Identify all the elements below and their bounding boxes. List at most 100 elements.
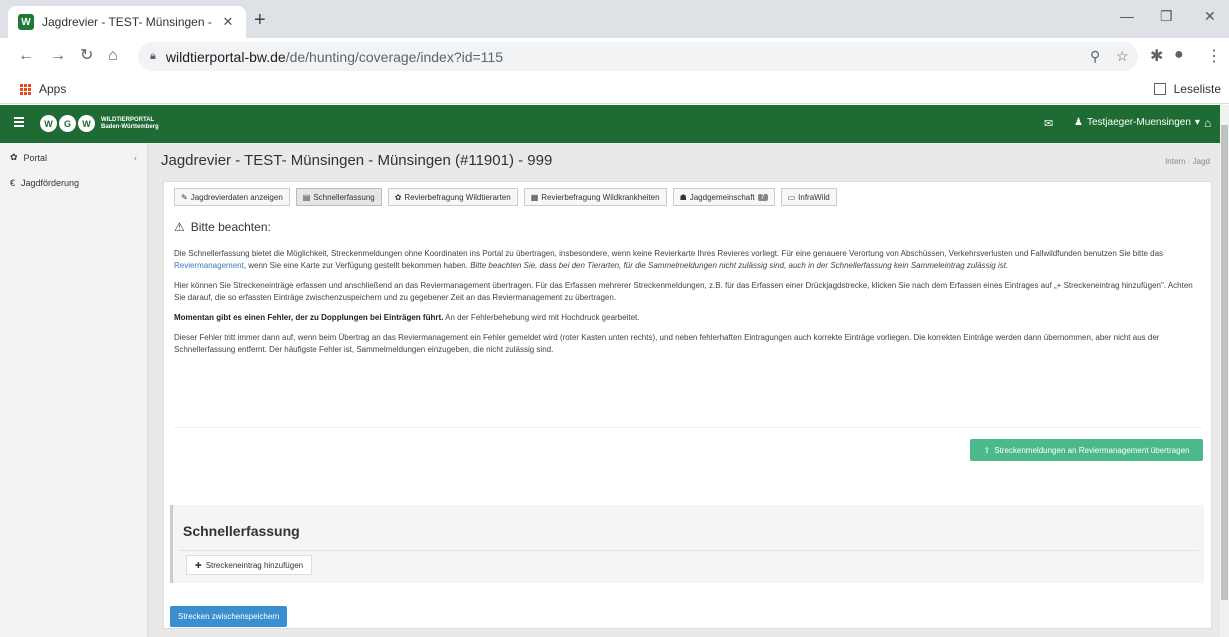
- plus-icon: ✚: [195, 560, 202, 570]
- infra-icon: ▭: [787, 192, 796, 202]
- close-tab-icon[interactable]: ✕: [220, 14, 236, 30]
- url-path: /de/hunting/coverage/index?id=115: [285, 48, 504, 65]
- button-label: Streckeneintrag hinzufügen: [205, 560, 304, 570]
- tab-schnellerfassung[interactable]: ▤ Schnellerfassung: [295, 188, 382, 206]
- close-window-icon[interactable]: ✕: [1204, 8, 1216, 25]
- group-icon: ☗: [679, 192, 687, 202]
- chart-icon: ▤: [302, 192, 311, 202]
- tab-bar: ✎ Jagdrevierdaten anzeigen ▤ Schnellerfa…: [174, 188, 837, 206]
- app-topbar: W G W WILDTIERPORTAL Baden-Württemberg ✉…: [0, 105, 1229, 143]
- user-name: Testjaeger-Muensingen: [1086, 117, 1191, 128]
- reviermanagement-link[interactable]: Reviermanagement: [174, 261, 244, 270]
- reading-list[interactable]: Leseliste: [1153, 82, 1221, 96]
- notice-paragraph-2: Hier können Sie Streckeneinträge erfasse…: [174, 281, 1193, 302]
- maximize-icon[interactable]: ❐: [1160, 8, 1173, 25]
- pencil-icon: ✎: [181, 192, 188, 202]
- upload-icon: ⇪: [983, 445, 991, 455]
- forward-icon[interactable]: →: [50, 47, 66, 65]
- notice-heading: ⚠ Bitte beachten:: [174, 220, 271, 234]
- address-bar-row: ← → ↻ ⌂ 🔒︎ wildtierportal-bw.de/de/hunti…: [0, 38, 1229, 74]
- bookmarks-bar: Apps Leseliste: [0, 74, 1229, 104]
- reading-list-label: Leseliste: [1173, 82, 1221, 96]
- caret-down-icon: ▾: [1194, 117, 1200, 128]
- scrollbar[interactable]: [1220, 105, 1229, 637]
- url-domain: wildtierportal-bw.de: [165, 48, 286, 65]
- favicon-icon: W: [18, 14, 34, 30]
- transfer-to-reviermanagement-button[interactable]: ⇪ Streckenmeldungen an Reviermanagement …: [970, 439, 1203, 461]
- menu-icon[interactable]: ⋮: [1206, 46, 1222, 66]
- chevron-left-icon: ‹: [134, 152, 137, 163]
- notice-paragraph-3: Momentan gibt es einen Fehler, der zu Do…: [174, 312, 1204, 324]
- medical-icon: ▦: [530, 192, 539, 202]
- save-entries-button[interactable]: Strecken zwischenspeichern: [170, 606, 288, 627]
- apps-grid-icon: [20, 83, 31, 95]
- tab-label: Jagdgemeinschaft: [689, 192, 755, 202]
- sidebar-item-label: Jagdförderung: [21, 178, 80, 188]
- tab-label: Revierbefragung Wildtierarten: [404, 192, 511, 202]
- page-title: Jagdrevier - TEST- Münsingen - Münsingen…: [161, 152, 553, 169]
- count-badge: 7: [757, 193, 768, 201]
- tab-label: Revierbefragung Wildkrankheiten: [541, 192, 660, 202]
- zoom-icon[interactable]: ⚲: [1090, 48, 1100, 65]
- mail-icon[interactable]: ✉: [1044, 117, 1053, 130]
- home-icon[interactable]: ⌂: [108, 47, 118, 65]
- notice-title: Bitte beachten:: [190, 220, 271, 234]
- new-tab-button[interactable]: +: [254, 10, 266, 30]
- button-label: Streckenmeldungen an Reviermanagement üb…: [994, 445, 1190, 455]
- user-icon: ♟: [1074, 117, 1083, 128]
- notice-text: Die Schnellerfassung bietet die Möglichk…: [174, 249, 1164, 258]
- tab-revierbefragung-wildtierarten[interactable]: ✿ Revierbefragung Wildtierarten: [387, 188, 518, 206]
- home-icon[interactable]: ⌂: [1204, 116, 1211, 130]
- logo-text-line1: WILDTIERPORTAL: [101, 116, 155, 123]
- schnellerfassung-panel: Schnellerfassung ✚ Streckeneintrag hinzu…: [170, 505, 1204, 583]
- sidebar-item-portal[interactable]: ✿ Portal ‹: [10, 152, 146, 163]
- tab-infrawild[interactable]: ▭ InfraWild: [780, 188, 837, 206]
- notice-paragraph-1: Die Schnellerfassung bietet die Möglichk…: [174, 248, 1204, 272]
- tab-jagdgemeinschaft[interactable]: ☗ Jagdgemeinschaft 7: [672, 188, 775, 206]
- warning-icon: ⚠: [174, 220, 185, 234]
- add-entry-button[interactable]: ✚ Streckeneintrag hinzufügen: [186, 555, 313, 575]
- tab-jagdrevierdaten[interactable]: ✎ Jagdrevierdaten anzeigen: [174, 188, 290, 206]
- logo-text: WILDTIERPORTAL Baden-Württemberg: [101, 117, 159, 131]
- notice-text: , wenn Sie eine Karte zur Verfügung gest…: [243, 261, 471, 270]
- notice-italic: Bitte beachten Sie, dass bei den Tierart…: [470, 261, 1009, 270]
- scrollbar-thumb[interactable]: [1221, 125, 1228, 600]
- sidebar: ✿ Portal ‹ € Jagdförderung: [0, 143, 148, 637]
- portal-logo[interactable]: W G W WILDTIERPORTAL Baden-Württemberg: [40, 115, 159, 132]
- tab-revierbefragung-wildkrankheiten[interactable]: ▦ Revierbefragung Wildkrankheiten: [523, 188, 667, 206]
- euro-icon: €: [10, 178, 16, 188]
- url-field[interactable]: 🔒︎ wildtierportal-bw.de/de/hunting/cover…: [138, 42, 1138, 71]
- sidebar-item-label: Portal: [23, 152, 48, 163]
- tab-title: Jagdrevier - TEST- Münsingen -: [42, 15, 212, 29]
- section-title: Schnellerfassung: [183, 523, 300, 539]
- logo-circle: G: [59, 115, 76, 132]
- apps-label: Apps: [39, 82, 67, 96]
- user-menu[interactable]: ♟ Testjaeger-Muensingen ▾: [1074, 117, 1200, 128]
- reload-icon[interactable]: ↻: [80, 47, 93, 65]
- hamburger-icon[interactable]: [14, 117, 24, 129]
- lock-icon: 🔒︎: [150, 50, 156, 62]
- profile-icon[interactable]: ●: [1174, 46, 1184, 64]
- notice-text: An der Fehlerbehebung wird mit Hochdruck…: [443, 313, 640, 322]
- back-icon[interactable]: ←: [18, 47, 34, 65]
- apps-bookmark[interactable]: Apps: [20, 82, 66, 96]
- paw-icon: ✿: [394, 192, 402, 202]
- star-icon[interactable]: ☆: [1116, 48, 1129, 65]
- sidebar-item-jagdfoerderung[interactable]: € Jagdförderung: [10, 178, 79, 188]
- extensions-icon[interactable]: ✱: [1150, 46, 1163, 66]
- tab-label: Schnellerfassung: [313, 192, 375, 202]
- divider: [179, 550, 1199, 551]
- notice-paragraph-4: Dieser Fehler tritt immer dann auf, wenn…: [174, 333, 1160, 354]
- reading-list-icon: [1153, 83, 1166, 95]
- logo-circle: W: [40, 115, 57, 132]
- logo-text-line2: Baden-Württemberg: [101, 123, 159, 130]
- breadcrumb[interactable]: Intern · Jagd: [1165, 157, 1210, 166]
- logo-circle: W: [78, 115, 95, 132]
- gear-icon: ✿: [10, 152, 18, 162]
- content-card: ✎ Jagdrevierdaten anzeigen ▤ Schnellerfa…: [163, 181, 1212, 629]
- notice-bold: Momentan gibt es einen Fehler, der zu Do…: [174, 313, 444, 322]
- browser-tab[interactable]: W Jagdrevier - TEST- Münsingen - ✕: [8, 6, 246, 38]
- main-content: Jagdrevier - TEST- Münsingen - Münsingen…: [148, 143, 1229, 637]
- divider: [174, 427, 1202, 428]
- minimize-icon[interactable]: —: [1120, 8, 1134, 24]
